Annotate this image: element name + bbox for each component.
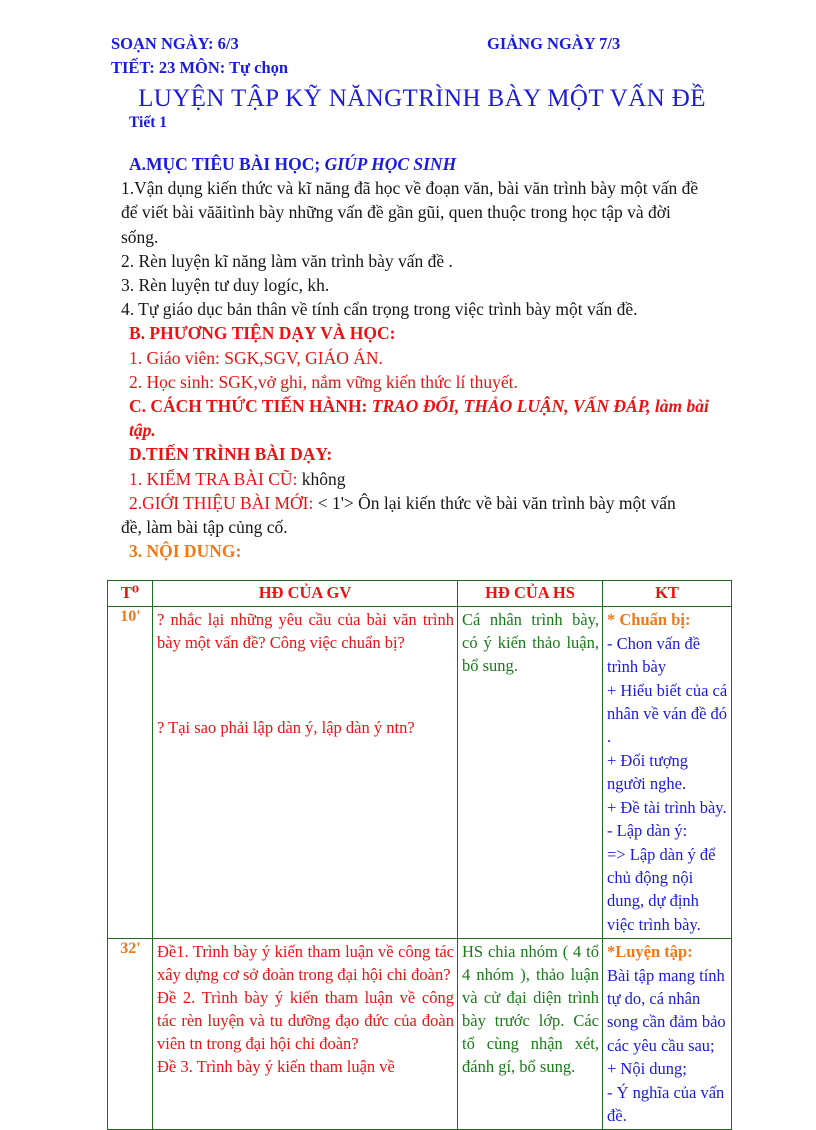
document-content: SOẠN NGÀY: 6/3 GIẢNG NGÀY 7/3 TIẾT: 23 M…	[107, 34, 732, 1130]
cell-kt: *Luyện tập: Bài tập mang tính tự do, cá …	[602, 938, 732, 1130]
giang-ngay-label: GIẢNG NGÀY 7/3	[487, 34, 621, 53]
section-d2-value-line2: đề, làm bài tập củng cố.	[121, 517, 288, 538]
cell-student-activity: Cá nhân trình bày, có ý kiến thảo luận, …	[457, 606, 603, 940]
kt-heading: * Chuẩn bị:	[607, 610, 691, 630]
section-a-heading-main: A.MỤC TIÊU BÀI HỌC;	[129, 154, 321, 174]
section-c-value-line2: tập.	[129, 420, 156, 441]
section-b-heading: B. PHƯƠNG TIỆN DẠY VÀ HỌC:	[129, 323, 396, 344]
objective-line-3: sống.	[121, 226, 159, 247]
cell-teacher-activity: Đề1. Trình bày ý kiến tham luận về công …	[152, 938, 458, 1130]
section-c-heading: C. CÁCH THỨC TIẾN HÀNH:	[129, 396, 368, 417]
column-header-kt: KT	[602, 580, 732, 608]
objective-line-5: 3. Rèn luyện tư duy logíc, kh.	[121, 275, 330, 296]
objective-line-6: 4. Tự giáo dục bản thân về tính cẩn trọn…	[121, 299, 638, 320]
table-row: 10' ? nhắc lại những yêu cầu của bài văn…	[107, 606, 732, 940]
section-d2-value-line1: < 1'> Ôn lại kiến thức về bài văn trình …	[317, 492, 676, 513]
kt-line-5: - Lập dàn ý:	[607, 821, 688, 841]
lesson-body: A.MỤC TIÊU BÀI HỌC; GIÚP HỌC SINH 1.Vận …	[107, 152, 719, 563]
page-subtitle: Tiết 1	[129, 114, 168, 131]
table-header-row: T⁰ HĐ CỦA GV HĐ CỦA HS KT	[107, 580, 732, 608]
kt-line-6: => Lập dàn ý để chủ động nội dung, dự đị…	[607, 844, 716, 934]
soan-ngay-label: SOẠN NGÀY: 6/3	[111, 34, 239, 53]
section-d1-row: 1. KIỂM TRA BÀI CŨ: không	[107, 467, 719, 491]
header-date-row: SOẠN NGÀY: 6/3 GIẢNG NGÀY 7/3	[107, 34, 719, 58]
cell-student-activity: HS chia nhóm ( 4 tổ 4 nhóm ), thảo luận …	[457, 938, 603, 1130]
kt-line-1: - Chon vấn đề trình bày	[607, 633, 701, 677]
gv-paragraph-3: Đề 3. Trình bày ý kiến tham luận về	[157, 1057, 395, 1077]
gv-paragraph-2: ? Tại sao phải lập dàn ý, lập dàn ý ntn?	[157, 718, 415, 738]
kt-heading: *Luyện tập:	[607, 942, 693, 962]
section-d1-label: 1. KIỂM TRA BÀI CŨ:	[129, 468, 298, 489]
hs-paragraph-1: Cá nhân trình bày, có ý kiến thảo luận, …	[462, 610, 599, 676]
gv-paragraph-1: Đề1. Trình bày ý kiến tham luận về công …	[157, 942, 454, 985]
objective-line-2: để viết bài văăitình bày những vấn đề gầ…	[121, 202, 671, 223]
section-d1-value: không	[301, 468, 346, 489]
table-row: 32' Đề1. Trình bày ý kiến tham luận về c…	[107, 938, 732, 1130]
kt-line-4: + Đề tài trình bày.	[607, 797, 727, 817]
section-a-heading-emph: GIÚP HỌC SINH	[324, 154, 457, 174]
page-title: LUYỆN TẬP KỸ NĂNGTRÌNH BÀY MỘT VẤN ĐỀ	[138, 85, 706, 112]
kt-line-3: - Ý nghĩa của vấn đề.	[607, 1082, 725, 1125]
section-b-item-2: 2. Học sinh: SGK,vở ghi, nắm vững kiến t…	[129, 371, 518, 392]
objective-line-4: 2. Rèn luyện kĩ năng làm văn trình bày v…	[121, 250, 453, 271]
column-header-teacher: HĐ CỦA GV	[152, 580, 458, 608]
tiet-mon-label: TIẾT: 23 MÔN: Tự chọn	[111, 58, 289, 77]
section-d-heading: D.TIẾN TRÌNH BÀI DẠY:	[129, 444, 333, 465]
objective-line-1: 1.Vận dụng kiến thức và kĩ năng đã học v…	[121, 178, 699, 199]
kt-line-1: Bài tập mang tính tự do, cá nhân song cầ…	[607, 965, 726, 1055]
cell-kt: * Chuẩn bị: - Chon vấn đề trình bày + Hi…	[602, 606, 732, 940]
cell-time: 10'	[107, 606, 153, 940]
section-c-value-line1: TRAO ĐỔI, THẢO LUẬN, VẤN ĐÁP, làm bài	[371, 396, 709, 417]
hs-paragraph-1: HS chia nhóm ( 4 tổ 4 nhóm ), thảo luận …	[462, 942, 599, 1077]
section-c-heading-row: C. CÁCH THỨC TIẾN HÀNH: TRAO ĐỔI, THẢO L…	[107, 394, 719, 418]
section-b-item-1: 1. Giáo viên: SGK,SGV, GIÁO ÁN.	[129, 347, 383, 368]
content-table-wrapper: T⁰ HĐ CỦA GV HĐ CỦA HS KT 10' ? nhắc lại…	[107, 580, 732, 1130]
section-d2-row: 2.GIỚI THIỆU BÀI MỚI: < 1'> Ôn lại kiến …	[107, 491, 719, 515]
cell-teacher-activity: ? nhắc lại những yêu cầu của bài văn trì…	[152, 606, 458, 940]
kt-line-2: + Hiểu biết của cá nhân về ván đề đó .	[607, 680, 728, 747]
kt-line-3: + Đối tượng người nghe.	[607, 750, 689, 794]
lesson-plan-table: T⁰ HĐ CỦA GV HĐ CỦA HS KT 10' ? nhắc lại…	[107, 580, 732, 1130]
header-tiet-row: TIẾT: 23 MÔN: Tự chọn	[107, 58, 719, 84]
section-a-heading: A.MỤC TIÊU BÀI HỌC; GIÚP HỌC SINH	[107, 152, 719, 176]
gv-paragraph-1: ? nhắc lại những yêu cầu của bài văn trì…	[157, 610, 454, 653]
cell-time: 32'	[107, 938, 153, 1130]
gv-paragraph-2: Đề 2. Trình bày ý kiến tham luận về công…	[157, 988, 454, 1054]
gv-spacer	[157, 654, 454, 716]
kt-line-2: + Nội dung;	[607, 1059, 687, 1079]
section-d3-heading: 3. NỘI DUNG:	[129, 541, 242, 562]
column-header-student: HĐ CỦA HS	[457, 580, 603, 608]
column-header-time: T⁰	[107, 580, 153, 608]
section-d2-label: 2.GIỚI THIỆU BÀI MỚI:	[129, 492, 314, 513]
document-page: SOẠN NGÀY: 6/3 GIẢNG NGÀY 7/3 TIẾT: 23 M…	[0, 0, 816, 1130]
